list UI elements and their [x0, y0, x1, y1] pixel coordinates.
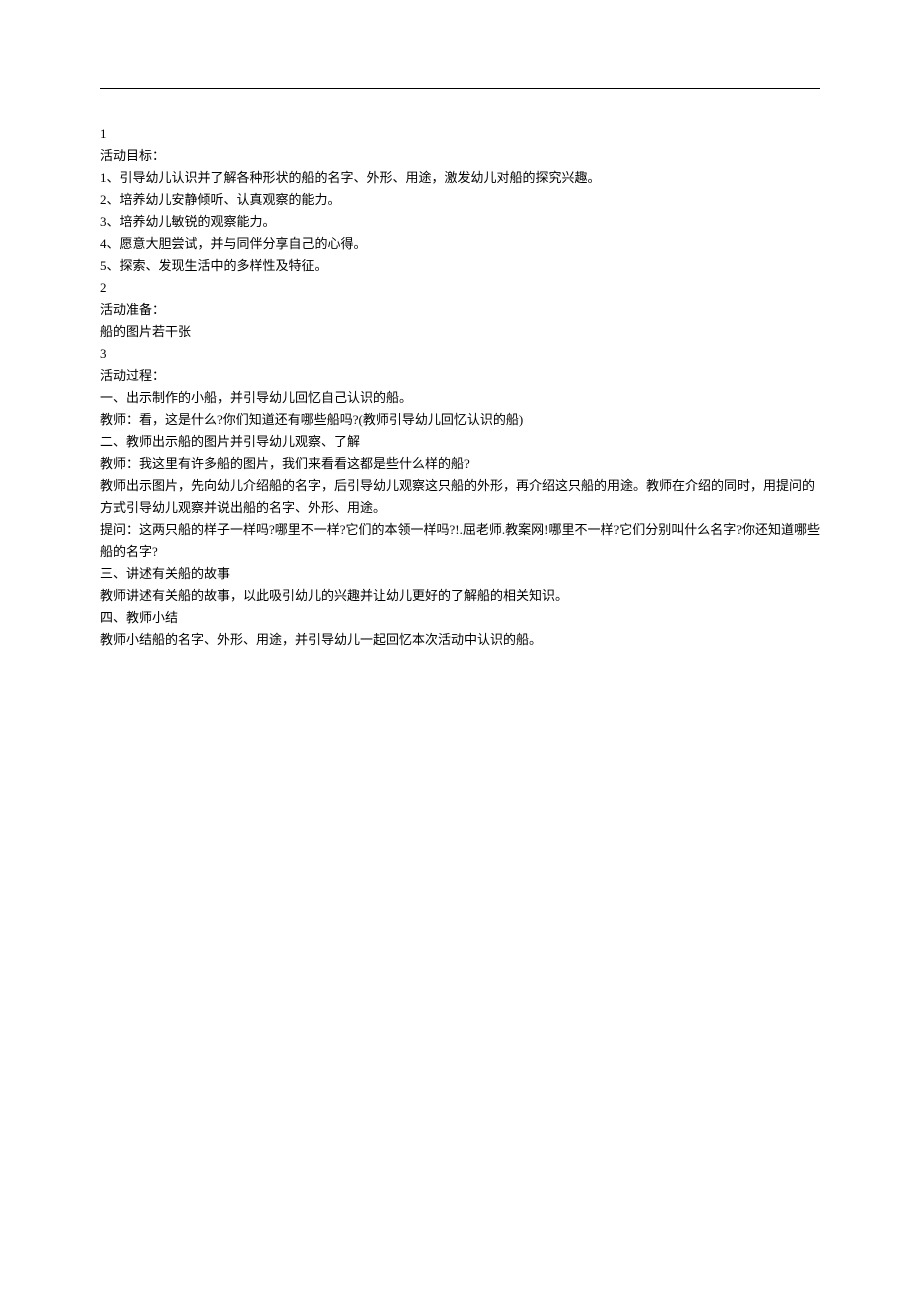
section-2-number: 2 [100, 277, 820, 299]
section-2-content: 船的图片若干张 [100, 321, 820, 343]
section-3-number: 3 [100, 343, 820, 365]
section-1-item: 4、愿意大胆尝试，并与同伴分享自己的心得。 [100, 233, 820, 255]
section-1-number: 1 [100, 123, 820, 145]
section-3-line: 教师讲述有关船的故事，以此吸引幼儿的兴趣并让幼儿更好的了解船的相关知识。 [100, 585, 820, 607]
section-3-line: 四、教师小结 [100, 607, 820, 629]
section-3-line: 三、讲述有关船的故事 [100, 563, 820, 585]
section-1-item: 3、培养幼儿敏锐的观察能力。 [100, 211, 820, 233]
top-divider [100, 88, 820, 89]
section-3-line: 一、出示制作的小船，并引导幼儿回忆自己认识的船。 [100, 387, 820, 409]
section-1-title: 活动目标： [100, 145, 820, 167]
section-1-item: 2、培养幼儿安静倾听、认真观察的能力。 [100, 189, 820, 211]
section-3-line: 教师小结船的名字、外形、用途，并引导幼儿一起回忆本次活动中认识的船。 [100, 629, 820, 651]
section-1-item: 5、探索、发现生活中的多样性及特征。 [100, 255, 820, 277]
section-3-line: 提问：这两只船的样子一样吗?哪里不一样?它们的本领一样吗?!.屈老师.教案网!哪… [100, 519, 820, 563]
section-3-line: 二、教师出示船的图片并引导幼儿观察、了解 [100, 431, 820, 453]
section-3-title: 活动过程： [100, 365, 820, 387]
section-1-item: 1、引导幼儿认识并了解各种形状的船的名字、外形、用途，激发幼儿对船的探究兴趣。 [100, 167, 820, 189]
section-3-line: 教师出示图片，先向幼儿介绍船的名字，后引导幼儿观察这只船的外形，再介绍这只船的用… [100, 475, 820, 519]
section-3-line: 教师：看，这是什么?你们知道还有哪些船吗?(教师引导幼儿回忆认识的船) [100, 409, 820, 431]
section-2-title: 活动准备： [100, 299, 820, 321]
section-3-line: 教师：我这里有许多船的图片，我们来看看这都是些什么样的船? [100, 453, 820, 475]
document-page: 1 活动目标： 1、引导幼儿认识并了解各种形状的船的名字、外形、用途，激发幼儿对… [0, 0, 920, 651]
